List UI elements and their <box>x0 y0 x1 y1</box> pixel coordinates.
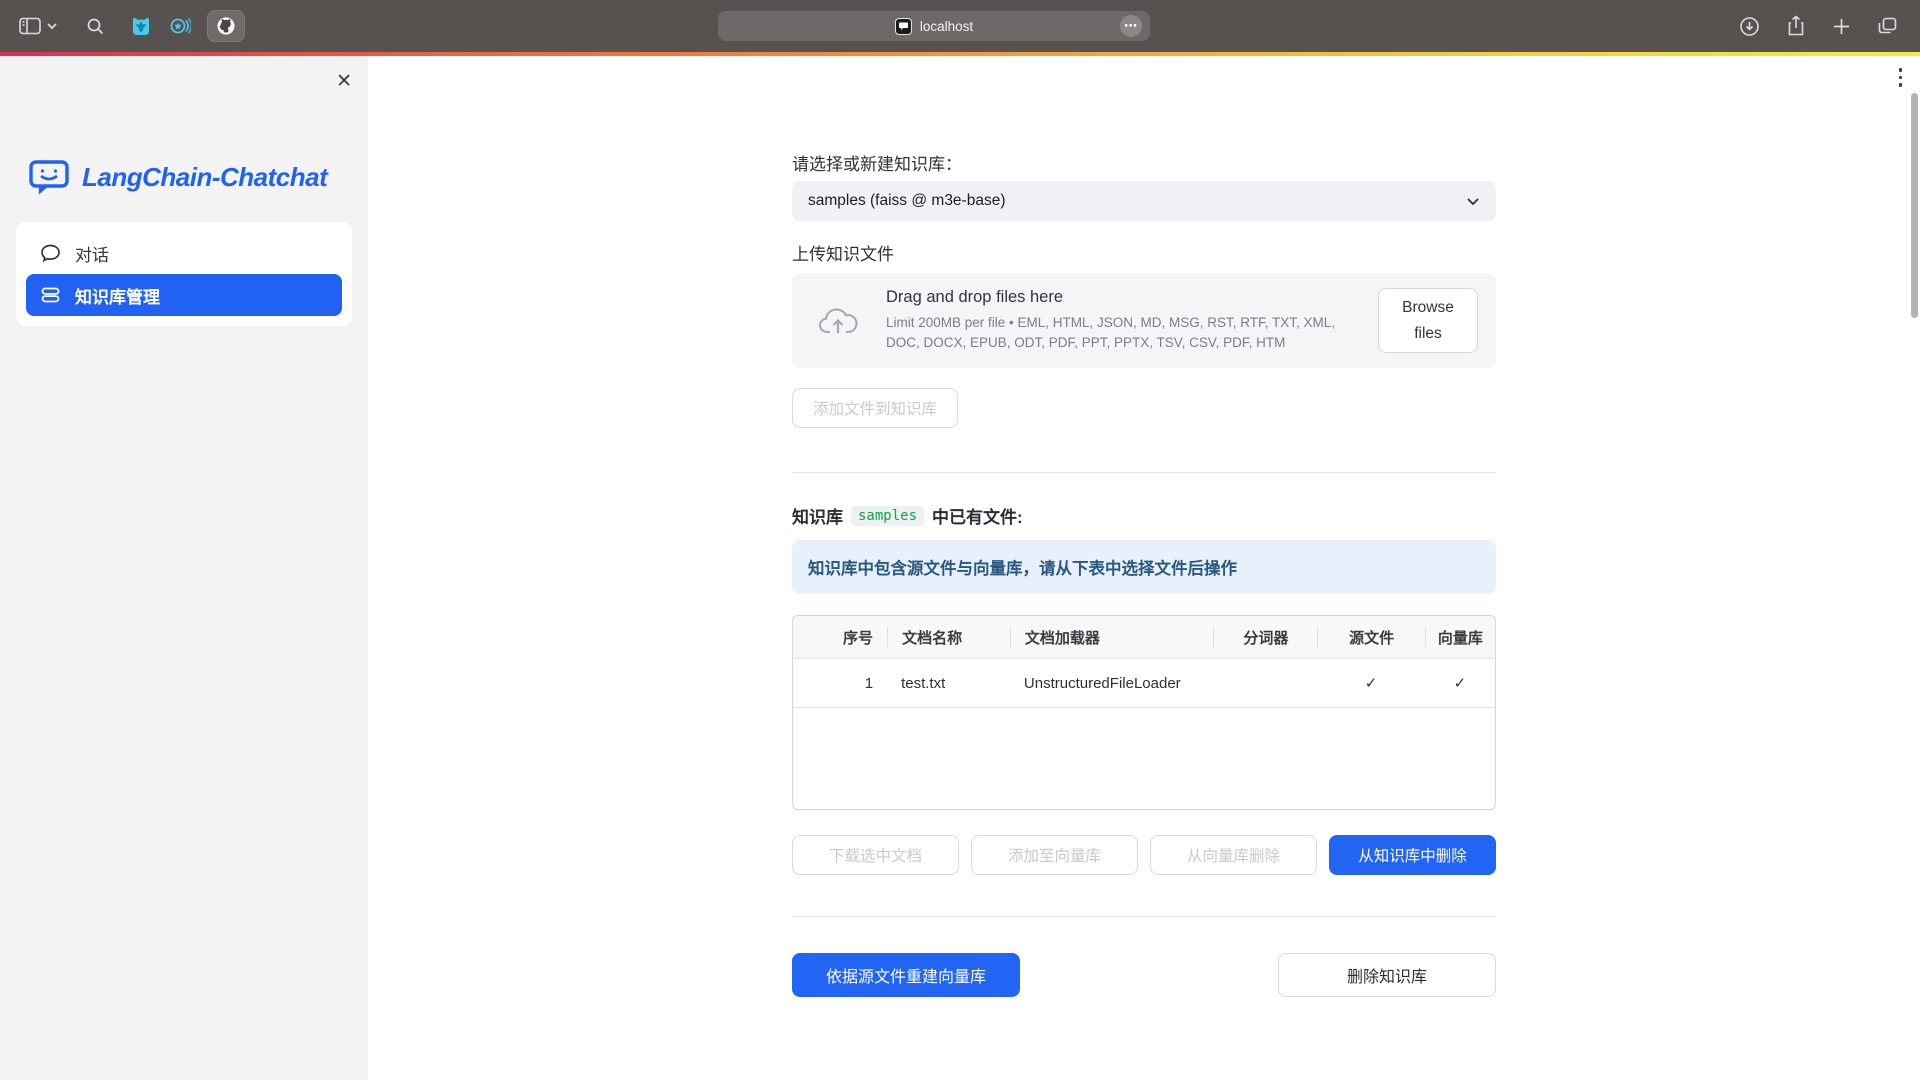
column-header: 序号 <box>793 627 887 647</box>
page-settings-icon[interactable]: ⋯ <box>1120 15 1142 37</box>
close-sidebar-icon[interactable]: ✕ <box>336 72 352 91</box>
table-header: 序号 文档名称 文档加载器 分词器 源文件 向量库 <box>793 616 1495 658</box>
database-icon <box>40 285 61 305</box>
delete-from-vectorstore-button[interactable]: 从向量库删除 <box>1150 835 1317 875</box>
sidebar-item-label: 知识库管理 <box>75 283 160 308</box>
info-banner: 知识库中包含源文件与向量库，请从下表中选择文件后操作 <box>792 540 1496 594</box>
kb-action-buttons: 依据源文件重建向量库 删除知识库 <box>792 953 1496 997</box>
address-url: localhost <box>920 19 973 34</box>
address-bar[interactable]: localhost ⋯ <box>718 11 1150 41</box>
cell-loader: UnstructuredFileLoader <box>1010 675 1214 692</box>
heading-prefix: 知识库 <box>792 503 843 528</box>
divider <box>792 472 1496 473</box>
kb-selectbox[interactable]: samples (faiss @ m3e-base) <box>792 181 1496 221</box>
chat-bubble-icon <box>40 243 61 263</box>
scrollbar-thumb[interactable] <box>1911 93 1918 318</box>
column-header: 分词器 <box>1213 627 1317 647</box>
column-header: 向量库 <box>1425 627 1495 647</box>
logo-chat-bubble-icon <box>28 158 70 196</box>
delete-kb-button[interactable]: 删除知识库 <box>1278 953 1496 997</box>
cloud-upload-icon <box>818 305 862 337</box>
new-tab-icon[interactable] <box>1832 17 1851 36</box>
sidebar-item-label: 对话 <box>75 241 109 266</box>
rebuild-vectorstore-button[interactable]: 依据源文件重建向量库 <box>792 953 1020 997</box>
sidebar: ✕ LangChain-Chatchat 对 <box>0 56 368 1080</box>
upload-label: 上传知识文件 <box>792 240 1496 265</box>
delete-from-kb-button[interactable]: 从知识库中删除 <box>1329 835 1496 875</box>
divider <box>792 916 1496 917</box>
sidebar-menu: 对话 知识库管理 <box>16 222 352 326</box>
dropzone-title: Drag and drop files here <box>886 288 1354 307</box>
kb-selectbox-value: samples (faiss @ m3e-base) <box>808 192 1006 210</box>
github-icon <box>216 16 236 36</box>
sidebar-chevron-down-icon[interactable] <box>46 22 58 30</box>
sidebar-item-kb-management[interactable]: 知识库管理 <box>26 274 342 316</box>
heading-suffix: 中已有文件: <box>932 503 1023 528</box>
logo-text: LangChain-Chatchat <box>82 162 327 193</box>
kb-files-table[interactable]: 序号 文档名称 文档加载器 分词器 源文件 向量库 1 test.txt Uns… <box>792 615 1496 810</box>
browser-toolbar: localhost ⋯ <box>0 0 1920 52</box>
dropzone-hint: Limit 200MB per file • EML, HTML, JSON, … <box>886 313 1354 352</box>
chevron-down-icon <box>1466 197 1480 206</box>
sidebar-toggle-icon[interactable] <box>18 16 42 36</box>
sidebar-item-dialogue[interactable]: 对话 <box>26 232 342 274</box>
file-dropzone[interactable]: Drag and drop files here Limit 200MB per… <box>792 273 1496 368</box>
kb-select-label: 请选择或新建知识库： <box>792 150 1496 175</box>
tab-overview-icon[interactable] <box>1877 16 1898 36</box>
table-row[interactable]: 1 test.txt UnstructuredFileLoader ✓ ✓ <box>793 658 1495 708</box>
add-files-to-kb-button[interactable]: 添加文件到知识库 <box>792 388 958 428</box>
cell-vector-check: ✓ <box>1425 674 1495 692</box>
share-icon[interactable] <box>1786 15 1806 37</box>
cell-source-check: ✓ <box>1317 674 1424 692</box>
cell-doc-name: test.txt <box>887 675 1010 692</box>
app-logo: LangChain-Chatchat <box>28 158 327 196</box>
cell-index: 1 <box>793 675 887 692</box>
kb-name-code: samples <box>851 506 924 526</box>
main-area: 请选择或新建知识库： samples (faiss @ m3e-base) 上传… <box>368 56 1920 1080</box>
download-selected-button[interactable]: 下载选中文档 <box>792 835 959 875</box>
column-header: 文档加载器 <box>1010 627 1214 647</box>
cat-download-icon[interactable] <box>131 16 151 37</box>
app-menu-kebab-icon[interactable] <box>1899 68 1903 87</box>
downloads-icon[interactable] <box>1739 16 1760 37</box>
row-action-buttons: 下载选中文档 添加至向量库 从向量库删除 从知识库中删除 <box>792 835 1496 875</box>
search-icon[interactable] <box>86 17 105 36</box>
site-favicon <box>895 18 912 35</box>
browse-files-button[interactable]: Browse files <box>1378 288 1478 353</box>
add-to-vectorstore-button[interactable]: 添加至向量库 <box>971 835 1138 875</box>
rings-icon[interactable] <box>169 16 191 36</box>
active-tab-pill[interactable] <box>207 10 245 42</box>
column-header: 文档名称 <box>887 627 1010 647</box>
kb-files-heading: 知识库 samples 中已有文件: <box>792 503 1496 528</box>
column-header: 源文件 <box>1317 627 1424 647</box>
